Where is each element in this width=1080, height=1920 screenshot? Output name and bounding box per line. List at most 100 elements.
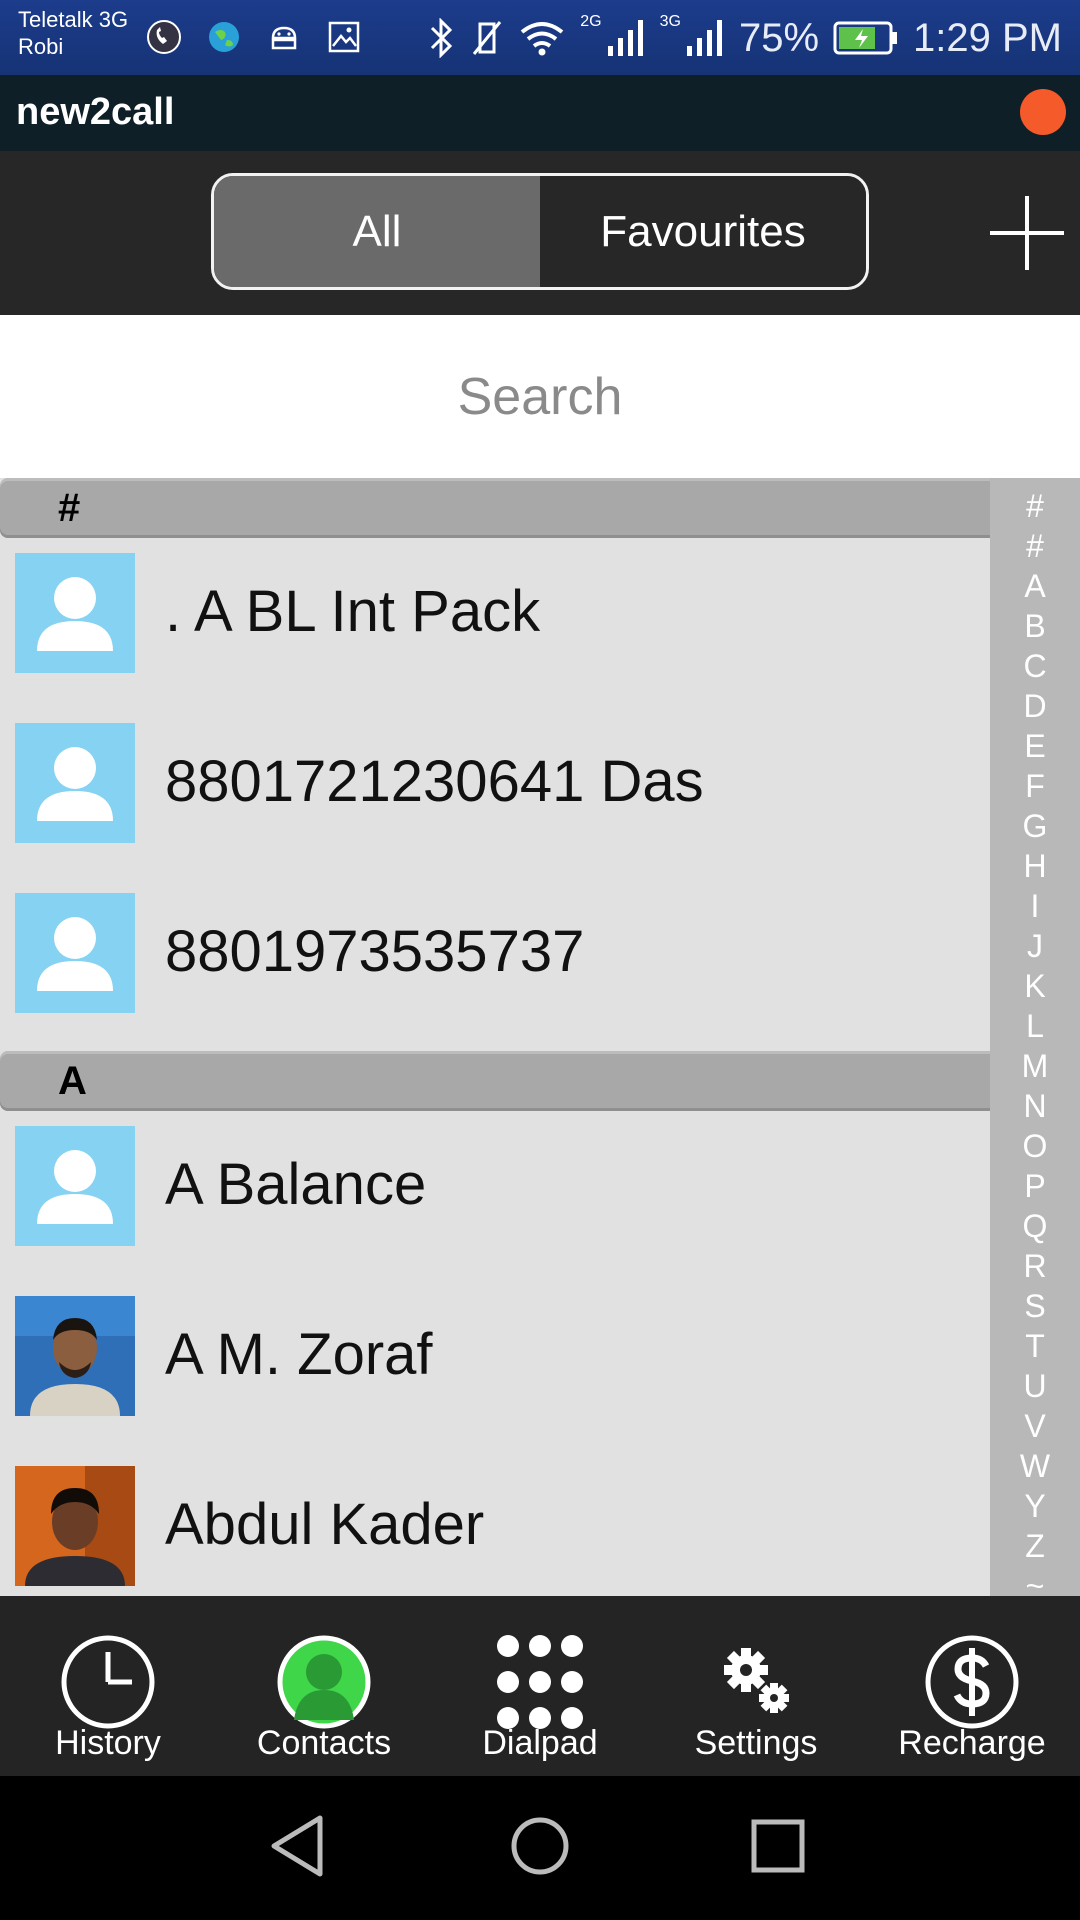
image-icon (328, 21, 360, 53)
phone-app-icon (147, 20, 181, 54)
person-icon (277, 1635, 371, 1729)
alphabet-index-letter[interactable]: W (990, 1446, 1080, 1486)
contact-row[interactable]: Abdul Kader (0, 1451, 990, 1596)
carrier-info: Teletalk 3G Robi (18, 6, 128, 60)
tab-all[interactable]: All (214, 176, 540, 287)
app-bar: new2call (0, 75, 1080, 151)
alphabet-index-letter[interactable]: # (990, 486, 1080, 526)
nav-label: Contacts (256, 1724, 392, 1762)
android-icon (271, 26, 297, 50)
notification-icons (145, 18, 363, 56)
section-header: A (0, 1051, 1080, 1111)
alphabet-index-letter[interactable]: L (990, 1006, 1080, 1046)
add-contact-icon[interactable] (990, 196, 1064, 270)
alphabet-index-letter[interactable]: F (990, 766, 1080, 806)
alphabet-index-letter[interactable]: G (990, 806, 1080, 846)
contact-row[interactable]: A M. Zoraf (0, 1281, 990, 1451)
system-navigation-bar (0, 1776, 1080, 1920)
tab-bar: All Favourites (0, 151, 1080, 315)
nav-label: Recharge (898, 1724, 1046, 1762)
tab-favourites[interactable]: Favourites (540, 176, 866, 287)
contact-row[interactable]: 8801973535737 (0, 878, 990, 1048)
bluetooth-icon (431, 18, 453, 58)
default-avatar-icon (15, 723, 135, 843)
nav-history[interactable]: History (0, 1596, 216, 1776)
default-avatar-icon (15, 1126, 135, 1246)
signal-2-type: 3G (659, 13, 681, 30)
alphabet-index-letter[interactable]: Y (990, 1486, 1080, 1526)
default-avatar-icon (15, 553, 135, 673)
dialpad-icon (497, 1635, 583, 1729)
alphabet-index-letter[interactable]: N (990, 1086, 1080, 1126)
nav-label: Dialpad (482, 1724, 598, 1762)
signal-bars-icon (607, 20, 643, 56)
contact-list[interactable]: # . A BL Int Pack 8801721230641 Das 8801… (0, 478, 1080, 1596)
alphabet-index-letter[interactable]: B (990, 606, 1080, 646)
carrier-line-1: Teletalk 3G (18, 7, 129, 32)
wifi-icon (521, 22, 564, 56)
contact-name: A Balance (165, 1152, 427, 1217)
alphabet-index-letter[interactable]: ~ (990, 1566, 1080, 1596)
contact-name: A M. Zoraf (165, 1322, 433, 1387)
contact-photo (15, 1466, 135, 1586)
clock-time: 1:29 PM (913, 15, 1062, 60)
alphabet-index-letter[interactable]: U (990, 1366, 1080, 1406)
signal-bars-icon (686, 20, 722, 56)
alphabet-index-letter[interactable]: K (990, 966, 1080, 1006)
status-bar: Teletalk 3G Robi 2G 3G 75% 1:29 PM (0, 0, 1080, 75)
section-header-label: A (58, 1059, 87, 1103)
bottom-navigation: History Contacts Dialpad Settings Rechar… (0, 1596, 1080, 1776)
nav-settings[interactable]: Settings (648, 1596, 864, 1776)
nav-label: History (55, 1724, 161, 1762)
alphabet-index-letter[interactable]: Z (990, 1526, 1080, 1566)
nav-recharge[interactable]: Recharge (864, 1596, 1080, 1776)
gear-icon (724, 1648, 789, 1713)
section-header: # (0, 478, 1080, 538)
alphabet-index-letter[interactable]: P (990, 1166, 1080, 1206)
segmented-control: All Favourites (211, 173, 869, 290)
carrier-line-2: Robi (18, 34, 64, 59)
alphabet-index-letter[interactable]: A (990, 566, 1080, 606)
battery-charging-icon (833, 21, 898, 55)
nav-contacts[interactable]: Contacts (216, 1596, 432, 1776)
alphabet-index-letter[interactable]: S (990, 1286, 1080, 1326)
contact-name: Abdul Kader (165, 1492, 485, 1557)
system-status: 2G 3G 75% 1:29 PM (426, 10, 1062, 66)
contact-row[interactable]: . A BL Int Pack (0, 538, 990, 708)
globe-app-icon (209, 22, 239, 52)
nav-dialpad[interactable]: Dialpad (432, 1596, 648, 1776)
alphabet-index-letter[interactable]: I (990, 886, 1080, 926)
contact-name: 8801721230641 Das (165, 749, 704, 814)
alphabet-index-letter[interactable]: D (990, 686, 1080, 726)
contact-name: . A BL Int Pack (165, 579, 541, 644)
connection-status-indicator[interactable] (1020, 89, 1066, 135)
contact-name: 8801973535737 (165, 919, 585, 984)
alphabet-index-letter[interactable]: Q (990, 1206, 1080, 1246)
default-avatar-icon (15, 893, 135, 1013)
alphabet-index-letter[interactable]: E (990, 726, 1080, 766)
search-bar (0, 315, 1080, 478)
back-icon[interactable] (262, 1806, 342, 1886)
alphabet-index-letter[interactable]: V (990, 1406, 1080, 1446)
alphabet-index-letter[interactable]: T (990, 1326, 1080, 1366)
vibrate-off-icon (473, 21, 502, 55)
contact-row[interactable]: 8801721230641 Das (0, 708, 990, 878)
home-icon[interactable] (500, 1806, 580, 1886)
section-header-label: # (58, 486, 81, 530)
signal-1-type: 2G (580, 13, 602, 30)
recents-icon[interactable] (738, 1806, 818, 1886)
search-input[interactable] (240, 366, 840, 427)
alphabet-index-letter[interactable]: J (990, 926, 1080, 966)
contact-photo (15, 1296, 135, 1416)
nav-label: Settings (694, 1724, 818, 1762)
alphabet-index-letter[interactable]: H (990, 846, 1080, 886)
alphabet-index-letter[interactable]: C (990, 646, 1080, 686)
alphabet-index-letter[interactable]: O (990, 1126, 1080, 1166)
app-title: new2call (16, 91, 175, 133)
alphabet-index-letter[interactable]: # (990, 526, 1080, 566)
alphabet-index-scrollbar[interactable]: # # A B C D E F G H I J K L M N O P Q R S T U V W Y Z ~ (990, 478, 1080, 1596)
contact-row[interactable]: A Balance (0, 1111, 990, 1281)
dollar-icon (925, 1635, 1019, 1729)
alphabet-index-letter[interactable]: R (990, 1246, 1080, 1286)
alphabet-index-letter[interactable]: M (990, 1046, 1080, 1086)
